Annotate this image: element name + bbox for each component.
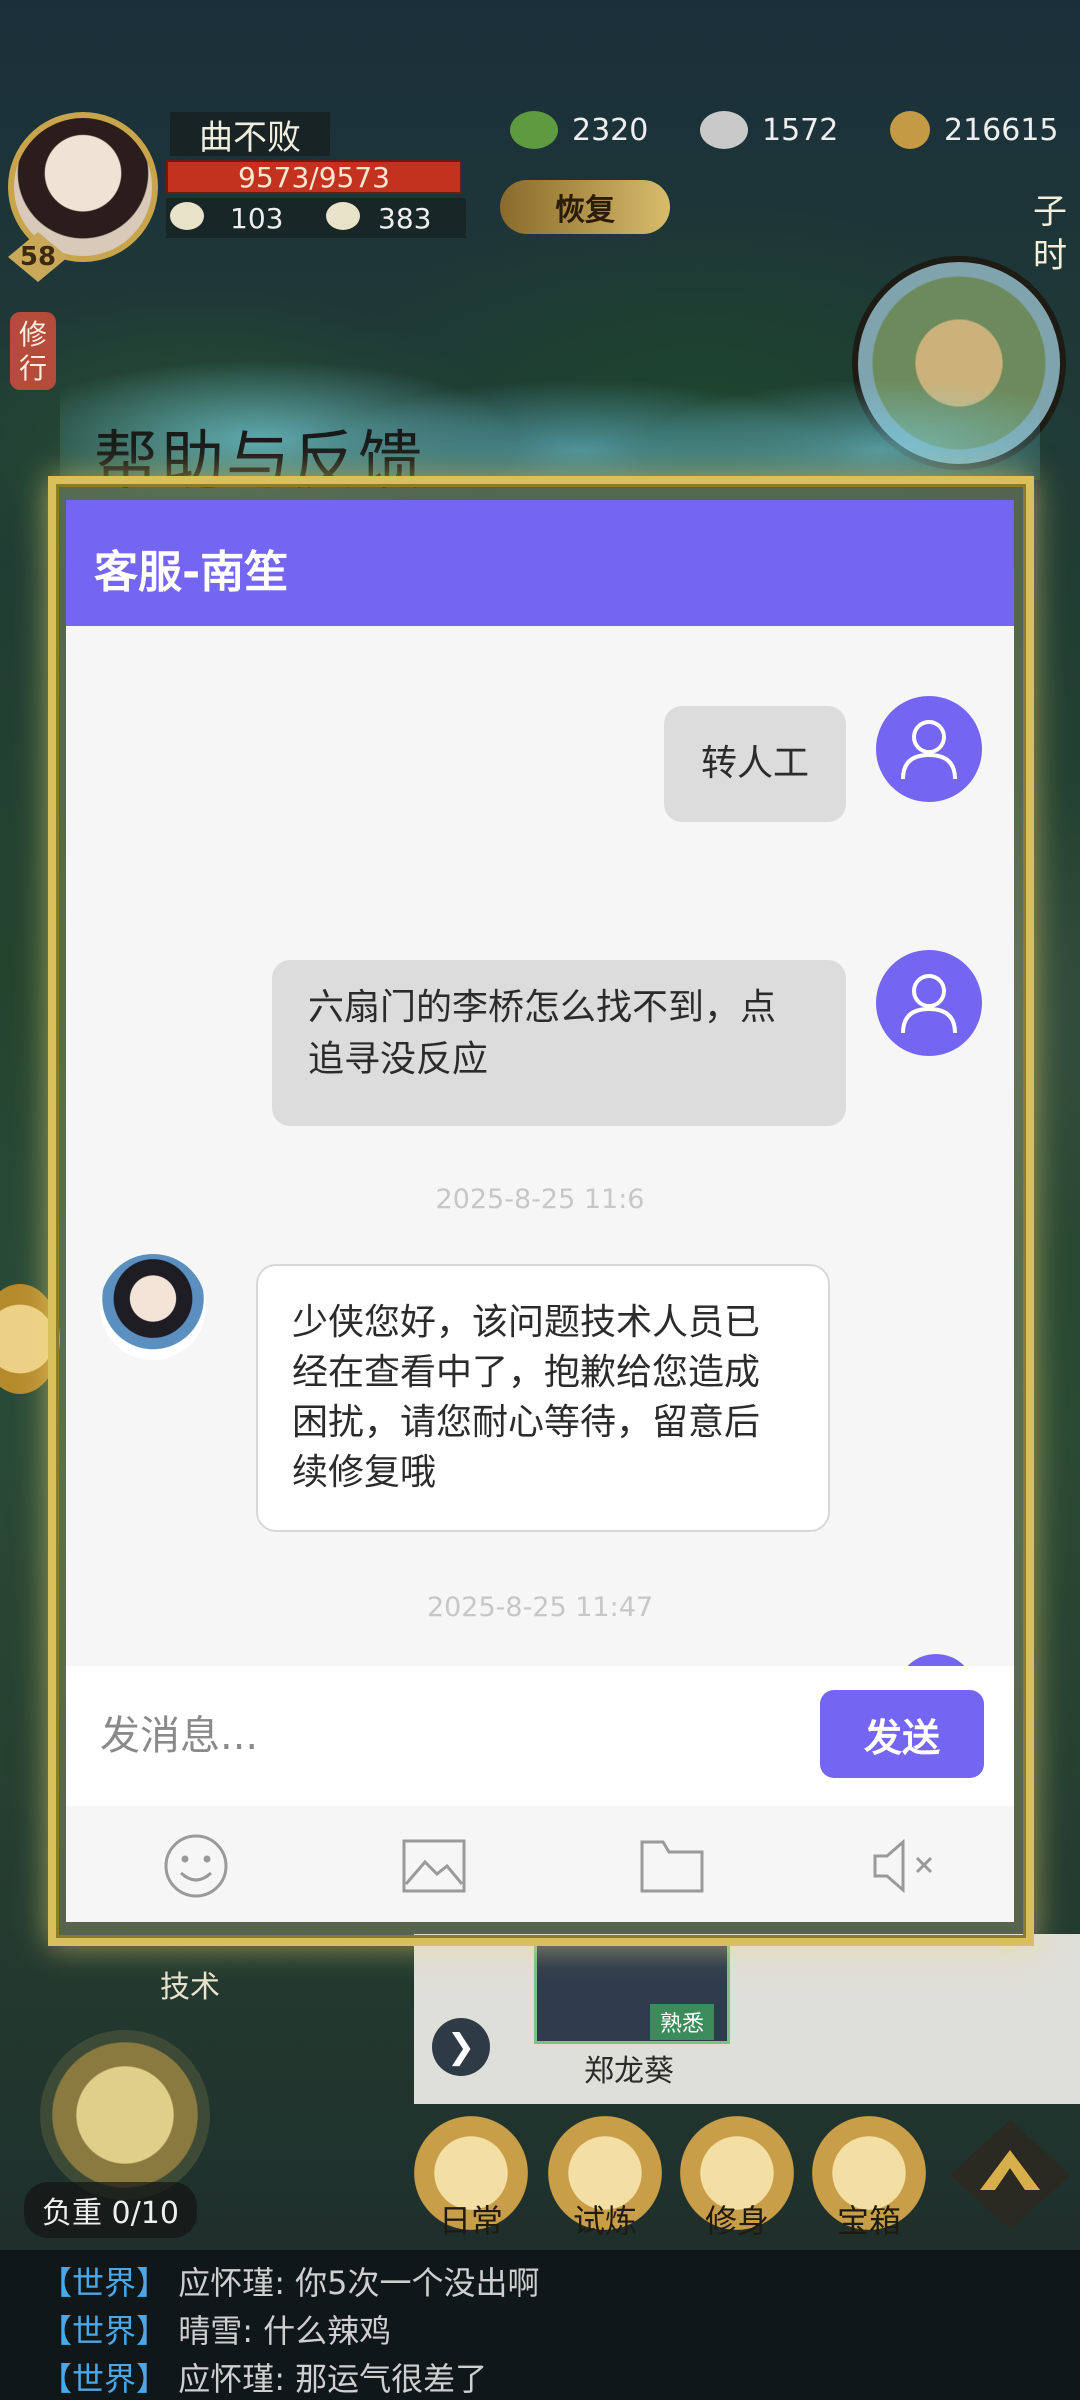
timestamp: 2025-8-25 11:6 [435, 1184, 645, 1215]
menu-cultivate-label: 修身 [704, 2202, 769, 2240]
stat-value: 103 [230, 202, 284, 235]
user-message: 转人工 [664, 706, 846, 822]
load-label: 负重 0/10 [24, 2182, 197, 2238]
image-icon[interactable] [394, 1826, 474, 1906]
chat-title: 客服-南笙 [94, 547, 289, 598]
jade-icon [510, 111, 558, 149]
hp-bar: 9573/9573 [166, 160, 462, 194]
npc-familiarity-tag: 熟悉 [650, 2004, 715, 2040]
practice-tag[interactable]: 修行 [10, 312, 56, 390]
recover-button[interactable]: 恢复 [500, 180, 670, 234]
input-bar: 发送 [66, 1666, 1014, 1806]
npc-card [414, 1934, 1080, 2104]
skill-label: 技术 [160, 1970, 220, 2005]
menu-chest-label: 宝箱 [836, 2202, 901, 2240]
agent-message: 少侠您好，该问题技术人员已经在查看中了，抱歉给您造成困扰，请您耐心等待，留意后续… [256, 1264, 830, 1532]
user-message: 六扇门的李桥怎么找不到，点追寻没反应 [272, 960, 846, 1126]
message-input[interactable] [66, 1666, 806, 1806]
player-stats: 103 383 [166, 198, 466, 238]
currency-jade[interactable]: 2320 [510, 110, 648, 150]
chat-header: 客服-南笙 [66, 500, 1014, 626]
next-arrow-icon[interactable]: ❯ [432, 2018, 490, 2076]
expand-up-icon[interactable] [950, 2120, 1070, 2230]
basket-icon[interactable] [40, 2030, 210, 2200]
agent-avatar [100, 1254, 206, 1360]
bun-icon [326, 202, 360, 230]
time-of-day: 子时 [1033, 192, 1067, 276]
emoji-icon[interactable] [156, 1826, 236, 1906]
currency-coins[interactable]: 216615 [890, 110, 1059, 150]
timestamp: 2025-8-25 11:47 [426, 1592, 654, 1623]
currency-silver[interactable]: 1572 [700, 110, 838, 150]
food-icon [170, 202, 204, 230]
user-avatar-icon [876, 696, 982, 802]
chat-line: 【世界】 应怀瑾: 那运气很差了 [40, 2360, 488, 2398]
chat-line: 【世界】 应怀瑾: 你5次一个没出啊 [40, 2264, 540, 2302]
menu-trial-label: 试炼 [572, 2202, 637, 2240]
chat-line: 【世界】 晴雪: 什么辣鸡 [40, 2312, 392, 2350]
npc-name: 郑龙葵 [584, 2054, 674, 2089]
tool-bar [66, 1806, 1014, 1922]
silver-ingot-icon [700, 111, 748, 149]
user-avatar-icon [876, 950, 982, 1056]
coins-icon [890, 111, 930, 149]
support-chat-panel: 客服-南笙 转人工 六扇门的李桥怎么找不到，点追寻没反应 2025-8-25 1… [66, 500, 1014, 1922]
mute-icon[interactable] [866, 1826, 946, 1906]
folder-icon[interactable] [632, 1826, 712, 1906]
send-button[interactable]: 发送 [820, 1690, 984, 1778]
world-chat-log[interactable]: 【世界】 应怀瑾: 你5次一个没出啊 【世界】 晴雪: 什么辣鸡 【世界】 应怀… [0, 2250, 1080, 2400]
player-name: 曲不败 [170, 112, 330, 158]
stat-value: 383 [378, 202, 432, 235]
menu-daily-label: 日常 [438, 2202, 503, 2240]
message-list[interactable]: 转人工 六扇门的李桥怎么找不到，点追寻没反应 2025-8-25 11:6 少侠… [66, 626, 1014, 1666]
